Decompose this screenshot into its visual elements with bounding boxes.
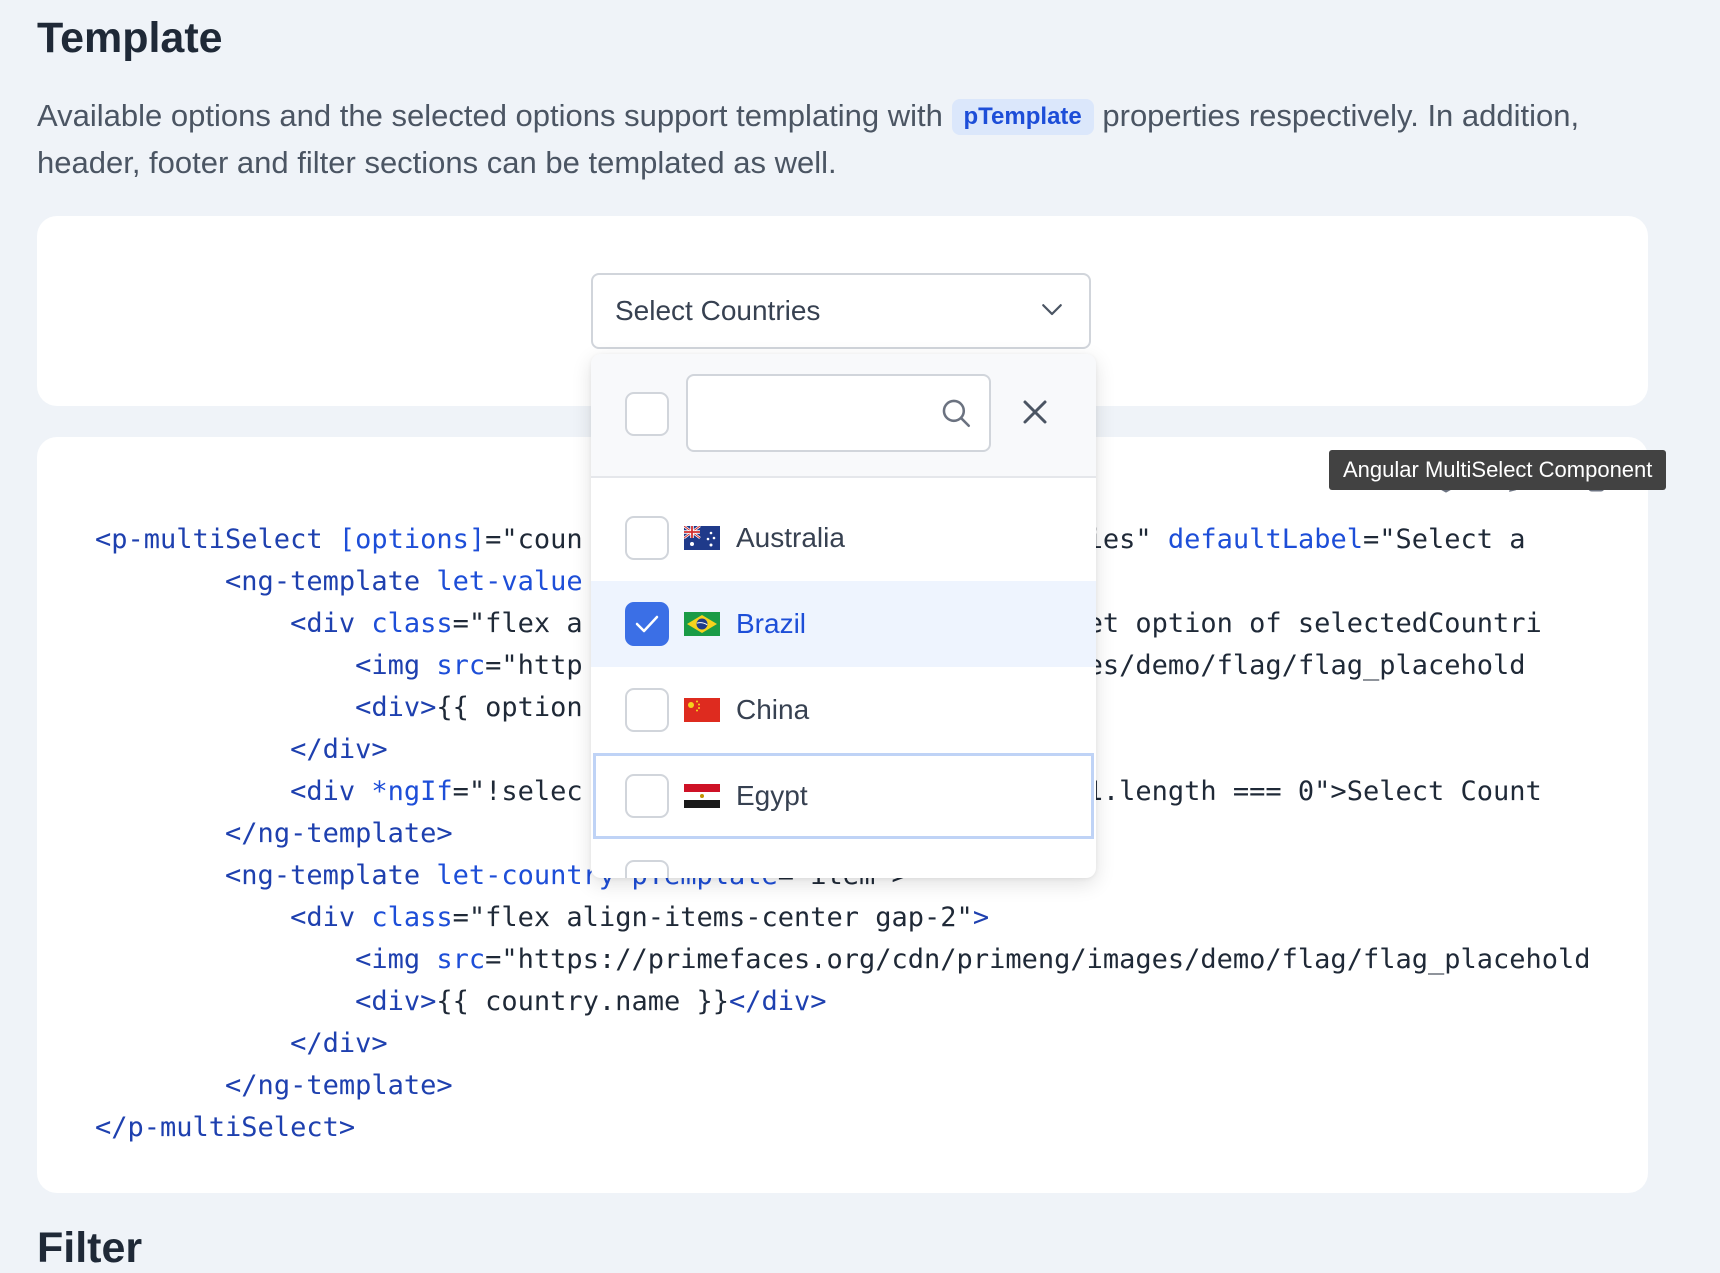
- code-token: class: [371, 902, 453, 933]
- code-token: <div>: [355, 986, 437, 1017]
- inline-code-ptemplate: pTemplate: [951, 99, 1094, 135]
- option-label: Australia: [736, 522, 845, 553]
- section-title-filter: Filter: [37, 1224, 143, 1272]
- select-all-checkbox[interactable]: [625, 392, 669, 436]
- code-token: <div: [290, 902, 372, 933]
- code-token: <div: [290, 608, 372, 639]
- code-token: ="Select a: [1362, 524, 1526, 555]
- search-icon: [939, 396, 973, 430]
- multiselect-panel: Australia Brazil China Egypt: [591, 354, 1096, 878]
- code-token: {{ country.name }}: [436, 986, 729, 1017]
- code-token: >: [972, 902, 990, 933]
- close-icon[interactable]: [1015, 392, 1055, 432]
- code-token: {{ option: [436, 692, 583, 723]
- code-token: defaultLabel: [1167, 524, 1363, 555]
- code-token: </ng-template>: [225, 1070, 453, 1101]
- egypt-flag-icon: [684, 784, 720, 808]
- code-line: <div>{{ country.name }}</div>: [95, 981, 1591, 1023]
- option-checkbox[interactable]: [625, 602, 669, 646]
- multiselect-trigger[interactable]: Select Countries: [591, 273, 1091, 349]
- filter-field: [686, 374, 991, 452]
- code-line: <div class="flex align-items-center gap-…: [95, 897, 1591, 939]
- tooltip: Angular MultiSelect Component: [1329, 450, 1667, 490]
- code-token: <div: [290, 776, 372, 807]
- option-checkbox[interactable]: [625, 774, 669, 818]
- code-token: ="flex align-items-center gap-2": [452, 902, 973, 933]
- code-token: </div>: [728, 986, 827, 1017]
- code-token: src: [436, 650, 486, 681]
- code-token: <img: [355, 944, 437, 975]
- option-label: Brazil: [736, 608, 807, 639]
- code-token: <img: [355, 650, 437, 681]
- option-checkbox[interactable]: [625, 516, 669, 560]
- check-icon: [635, 615, 659, 633]
- code-token: ="flex a: [452, 608, 583, 639]
- code-line: <img src="https://primefaces.org/cdn/pri…: [95, 939, 1591, 981]
- code-token: <ng-template: [225, 566, 437, 597]
- section-description: Available options and the selected optio…: [37, 92, 1637, 186]
- option-checkbox[interactable]: [625, 688, 669, 732]
- code-token: Select Count: [1346, 776, 1542, 807]
- code-token: ="https://primefaces.org/cdn/primeng/ima…: [485, 944, 1591, 975]
- code-line: </ng-template>: [95, 1065, 1591, 1107]
- brazil-flag-icon: [684, 612, 720, 636]
- code-token: </ng-template>: [225, 818, 453, 849]
- code-token: class: [371, 608, 453, 639]
- code-token: src: [436, 944, 486, 975]
- code-token: ="!selec: [452, 776, 583, 807]
- chevron-down-icon: [1037, 294, 1067, 329]
- option-egypt[interactable]: Egypt: [591, 753, 1096, 839]
- code-token: <ng-template: [225, 860, 437, 891]
- code-token: </div>: [290, 1028, 388, 1059]
- code-token: <div>: [355, 692, 437, 723]
- option-china[interactable]: China: [591, 667, 1096, 753]
- australia-flag-icon: [683, 525, 720, 550]
- filter-input[interactable]: [688, 376, 960, 450]
- code-line: </p-multiSelect>: [95, 1107, 1591, 1149]
- multiselect-panel-header: [591, 354, 1096, 478]
- option-australia[interactable]: Australia: [591, 495, 1096, 581]
- code-token: *ngIf: [371, 776, 453, 807]
- option-next-partial[interactable]: [591, 839, 1096, 878]
- code-token: </div>: [290, 734, 388, 765]
- intro-text: Available options and the selected optio…: [37, 98, 952, 133]
- code-token: <p-multiSelect: [95, 524, 339, 555]
- multiselect-placeholder: Select Countries: [615, 295, 821, 326]
- code-token: </p-multiSelect>: [95, 1112, 356, 1143]
- option-brazil[interactable]: Brazil: [591, 581, 1096, 667]
- code-token: ="http: [485, 650, 583, 681]
- china-flag-icon: [684, 698, 720, 722]
- code-token: [options]: [338, 524, 486, 555]
- code-line: </div>: [95, 1023, 1591, 1065]
- code-token: ="coun: [485, 524, 583, 555]
- option-checkbox[interactable]: [625, 860, 669, 878]
- option-label: China: [736, 694, 810, 725]
- page-title: Template: [37, 14, 223, 62]
- option-label: Egypt: [736, 780, 808, 811]
- code-token: let-value: [436, 566, 583, 597]
